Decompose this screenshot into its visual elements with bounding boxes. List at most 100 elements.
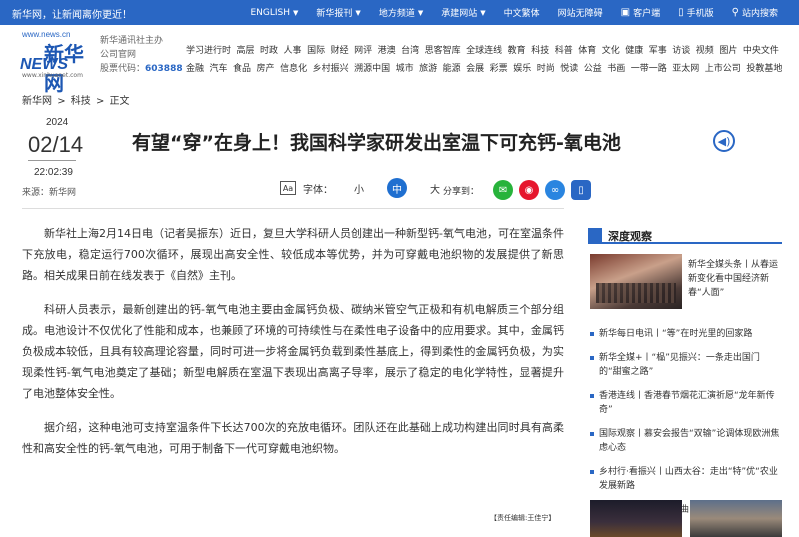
- breadcrumb-separator: >: [57, 96, 66, 107]
- channel-link[interactable]: 娱乐: [513, 61, 531, 74]
- feature-image[interactable]: [590, 254, 682, 309]
- feature-caption[interactable]: 新华全媒头条丨从春运新变化看中国经济新春“人面”: [688, 258, 780, 300]
- channel-link[interactable]: 旅游: [419, 61, 437, 74]
- top-nav-local[interactable]: 地方频道 ▼: [370, 6, 432, 20]
- channel-link[interactable]: 会展: [466, 61, 484, 74]
- breadcrumb: 新华网 > 科技 > 正文: [22, 92, 132, 107]
- wechat-share-icon[interactable]: ✉: [493, 180, 514, 200]
- channel-link[interactable]: 港澳: [378, 43, 396, 56]
- breadcrumb-tech[interactable]: 科技: [71, 96, 91, 107]
- share-tools: 分享到： ✉ ◉ ∞ ▯: [443, 180, 597, 200]
- channel-link[interactable]: 书画: [607, 61, 625, 74]
- sidebar-feature[interactable]: 新华全媒头条丨从春运新变化看中国经济新春“人面”: [588, 254, 782, 309]
- top-nav-mobile[interactable]: ▯ 手机版: [669, 6, 723, 19]
- sidebar-list-item[interactable]: 新华全媒+丨“榀”见振兴：一条走出国门的“甜蜜之路”: [588, 351, 782, 379]
- channel-link[interactable]: 能源: [443, 61, 461, 74]
- channel-link[interactable]: 科技: [531, 43, 549, 56]
- channel-nav: 学习进行时 高层 时政 人事 国际 财经 网评 港澳 台湾 思客智库 全球连线 教育 科技 科普 体育 文化健…: [186, 40, 786, 76]
- article-paragraph: 科研人员表示，最新创建出的钙-氧气电池主要由金属钙负极、碳纳米管空气正极和有机电…: [22, 303, 564, 400]
- channel-link[interactable]: 金融: [186, 61, 204, 74]
- channel-link[interactable]: 悦读: [560, 61, 578, 74]
- xinhua-logo[interactable]: www.news.cn 新华网 NEWS www.xinhuanet.com: [18, 30, 98, 95]
- top-nav-newspapers[interactable]: 新华报刊 ▼: [307, 6, 369, 20]
- article-paragraph: 新华社上海2月14日电（记者吴振东）近日，复旦大学科研人员创建出一种新型钙-氧气…: [22, 227, 564, 282]
- date-divider: [28, 160, 76, 161]
- channel-link[interactable]: 信息化: [280, 61, 307, 74]
- sidebar-list-item[interactable]: 乡村行·看振兴丨山西太谷：走出“特”优“农业发展新路: [588, 465, 782, 493]
- channel-link[interactable]: 一带一路: [631, 61, 667, 74]
- channel-link[interactable]: 体育: [578, 43, 596, 56]
- channel-link[interactable]: 乡村振兴: [313, 61, 349, 74]
- search-icon: ⚲: [731, 7, 739, 18]
- top-nav-search[interactable]: ⚲ 站内搜索: [723, 6, 787, 19]
- publish-date: 02/14: [28, 132, 84, 157]
- channel-link[interactable]: 财经: [331, 43, 349, 56]
- channel-link[interactable]: 网评: [354, 43, 372, 56]
- channel-link[interactable]: 访谈: [672, 43, 690, 56]
- channel-link[interactable]: 汽车: [210, 61, 228, 74]
- sidebar-thumbnails: [590, 500, 782, 537]
- channel-link[interactable]: 食品: [233, 61, 251, 74]
- channel-link[interactable]: 健康: [625, 43, 643, 56]
- top-nav-label: 中文繁体: [503, 9, 540, 19]
- audio-play-button[interactable]: ◀): [713, 130, 735, 152]
- weibo-share-icon[interactable]: ◉: [519, 180, 540, 200]
- top-nav-client[interactable]: ▣ 客户端: [612, 6, 669, 19]
- speaker-icon: ◀): [717, 134, 731, 148]
- sidebar-list-item[interactable]: 国际观察丨慕安会报告“双输”论调体现欧洲焦虑心态: [588, 427, 782, 455]
- channel-link[interactable]: 溯源中国: [354, 61, 390, 74]
- thumbnail-image[interactable]: [590, 500, 682, 537]
- channel-link[interactable]: 上市公司: [705, 61, 741, 74]
- top-nav-label: 客户端: [633, 9, 661, 19]
- breadcrumb-home[interactable]: 新华网: [22, 96, 52, 107]
- copy-link-icon[interactable]: ∞: [545, 180, 566, 200]
- channel-link[interactable]: 教育: [508, 43, 526, 56]
- caret-down-icon: ▼: [480, 8, 486, 17]
- top-nav-traditional[interactable]: 中文繁体: [495, 6, 549, 19]
- org-official-site[interactable]: 公司官网: [100, 48, 183, 62]
- mobile-phone-icon: ▯: [678, 7, 684, 18]
- channel-link[interactable]: 房产: [257, 61, 275, 74]
- stock-code[interactable]: 603888: [145, 64, 183, 74]
- top-nav-label: 承建网站: [441, 9, 478, 19]
- font-size-large-button[interactable]: 大: [425, 178, 445, 198]
- sidebar-list-item[interactable]: 新华每日电讯丨“等”在时光里的回家路: [588, 327, 782, 341]
- channel-link[interactable]: 城市: [396, 61, 414, 74]
- channel-link[interactable]: 国际: [307, 43, 325, 56]
- thumbnail-image[interactable]: [690, 500, 782, 537]
- channel-link[interactable]: 时尚: [537, 61, 555, 74]
- channel-link[interactable]: 科普: [555, 43, 573, 56]
- channel-link[interactable]: 高层: [237, 43, 255, 56]
- channel-link[interactable]: 全球连线: [466, 43, 502, 56]
- channel-link[interactable]: 思客智库: [425, 43, 461, 56]
- channel-link[interactable]: 彩票: [490, 61, 508, 74]
- article-paragraph: 据介绍，这种电池可支持室温条件下长达700次的充放电循环。团队还在此基础上成功构…: [22, 421, 564, 456]
- top-nav-english[interactable]: ENGLISH ▼: [241, 8, 307, 18]
- caret-down-icon: ▼: [417, 8, 424, 17]
- channel-link[interactable]: 军事: [649, 43, 667, 56]
- channel-link[interactable]: 学习进行时: [186, 43, 231, 56]
- channel-link[interactable]: 投教基地: [746, 61, 782, 74]
- font-size-medium-button[interactable]: 中: [387, 178, 407, 198]
- top-nav-accessibility[interactable]: 网站无障碍: [549, 6, 612, 19]
- publish-year: 2024: [46, 117, 69, 128]
- channel-link[interactable]: 视频: [696, 43, 714, 56]
- top-nav-label: 地方频道: [378, 9, 415, 19]
- channel-link[interactable]: 亚太网: [672, 61, 699, 74]
- top-nav-sites[interactable]: 承建网站 ▼: [432, 6, 494, 20]
- channel-link[interactable]: 中央文件: [743, 43, 779, 56]
- channel-link[interactable]: 公益: [584, 61, 602, 74]
- top-nav: ENGLISH ▼ 新华报刊 ▼ 地方频道 ▼ 承建网站 ▼ 中文繁体 网站无障碍 ▣ 客…: [241, 0, 787, 25]
- mobile-app-icon[interactable]: ▯: [571, 180, 592, 200]
- sidebar-list-item[interactable]: 香港连线丨香港春节烟花汇演祈愿“龙年新传奇”: [588, 389, 782, 417]
- font-size-small-button[interactable]: 小: [349, 178, 369, 198]
- channel-link[interactable]: 图片: [719, 43, 737, 56]
- channel-link[interactable]: 台湾: [401, 43, 419, 56]
- article-source: 来源：新华网: [22, 188, 77, 198]
- channel-link[interactable]: 文化: [602, 43, 620, 56]
- top-nav-label: ENGLISH: [250, 7, 291, 18]
- crowd-photo: [596, 283, 676, 303]
- channel-link[interactable]: 时政: [260, 43, 278, 56]
- organization-info: 新华通讯社主办 公司官网 股票代码：603888: [100, 34, 183, 76]
- channel-link[interactable]: 人事: [284, 43, 302, 56]
